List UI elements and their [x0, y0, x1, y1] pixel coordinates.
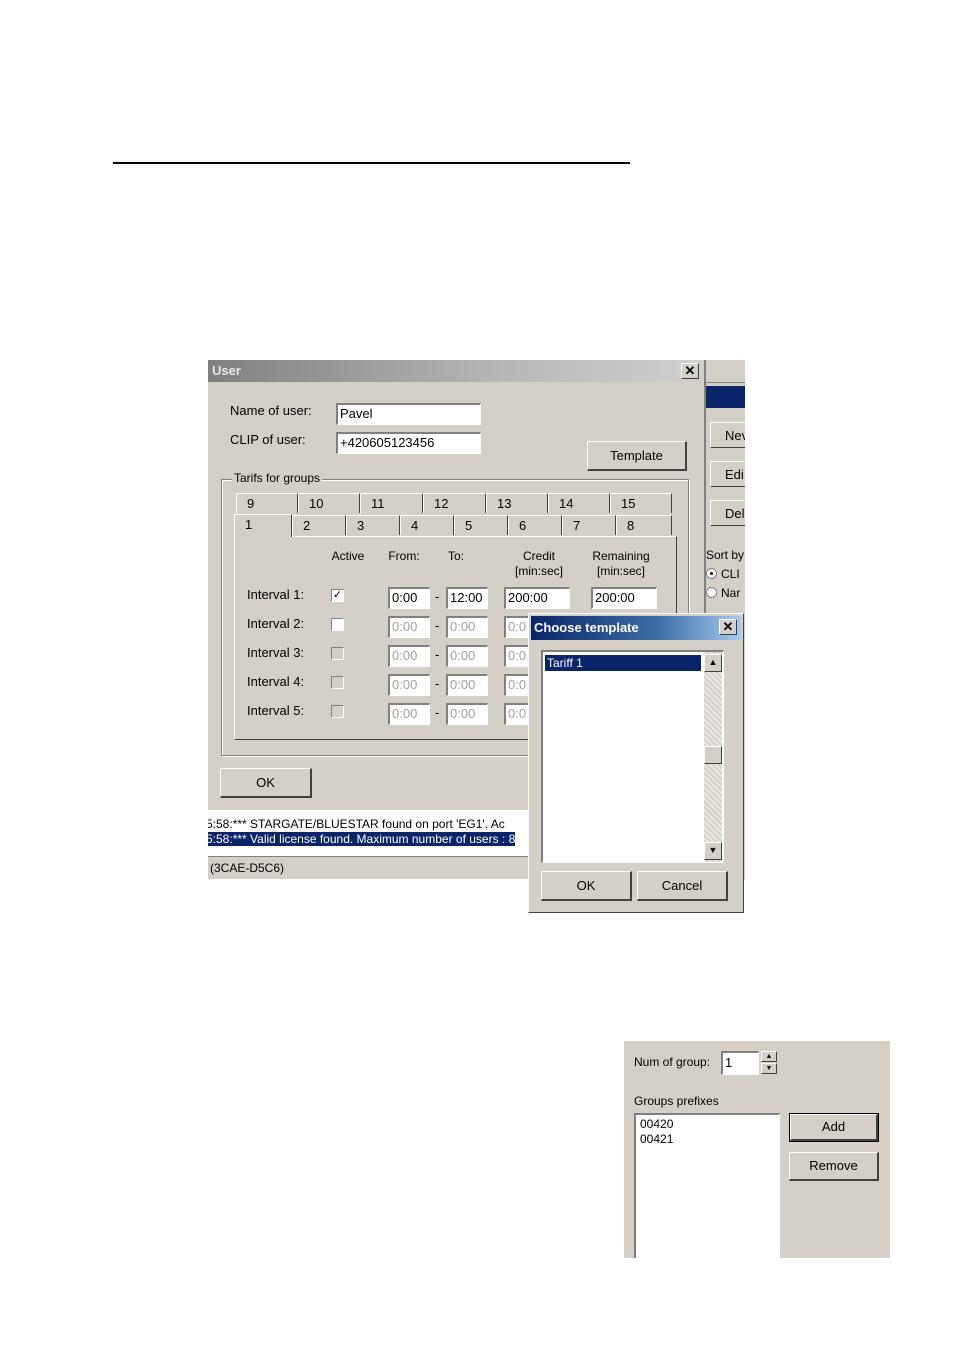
sort-by-name-radio[interactable]: Nar: [706, 586, 740, 600]
scroll-up-icon[interactable]: ▲: [704, 654, 722, 672]
interval-3-to-field[interactable]: 0:00: [446, 645, 488, 667]
list-item[interactable]: 00420: [638, 1116, 673, 1132]
name-of-user-label: Name of user:: [230, 403, 312, 418]
interval-2-label: Interval 2:: [247, 616, 305, 631]
interval-1-active-checkbox[interactable]: ✓: [331, 589, 344, 602]
tab-12[interactable]: 12: [423, 493, 486, 513]
main-window-selected-row[interactable]: [706, 386, 745, 408]
spin-up-icon[interactable]: ▲: [761, 1051, 777, 1062]
check-icon: ✓: [332, 589, 343, 601]
spin-down-icon[interactable]: ▼: [761, 1063, 777, 1074]
interval-1-credit-field[interactable]: 200:00: [504, 587, 570, 609]
interval-2-active-checkbox[interactable]: [331, 618, 344, 631]
delete-user-button[interactable]: Dele: [710, 500, 745, 526]
tab-6[interactable]: 6: [508, 515, 562, 535]
num-of-group-label: Num of group:: [634, 1055, 711, 1069]
interval-3-active-checkbox[interactable]: [331, 647, 344, 660]
tab-1[interactable]: 1: [234, 514, 292, 537]
tab-4[interactable]: 4: [400, 515, 454, 535]
interval-1-remaining-field[interactable]: 200:00: [591, 587, 657, 609]
sort-by-label: Sort by: [706, 548, 745, 562]
interval-5-label: Interval 5:: [247, 703, 305, 718]
tab-15[interactable]: 15: [610, 493, 672, 513]
interval-4-label: Interval 4:: [247, 674, 305, 689]
remove-button[interactable]: Remove: [789, 1152, 879, 1181]
interval-4-active-checkbox[interactable]: [331, 676, 344, 689]
remaining-unit-header: [min:sec]: [596, 564, 645, 578]
tab-10[interactable]: 10: [298, 493, 360, 513]
interval-4-from-field[interactable]: 0:00: [388, 674, 430, 696]
interval-5-to-field[interactable]: 0:00: [446, 703, 488, 725]
interval-1-from-field[interactable]: 0:00: [388, 587, 430, 609]
add-button[interactable]: Add: [789, 1113, 879, 1142]
clip-of-user-field[interactable]: +420605123456: [336, 432, 481, 454]
list-item[interactable]: 00421: [638, 1131, 673, 1147]
interval-2-to-field[interactable]: 0:00: [446, 616, 488, 638]
tab-11[interactable]: 11: [360, 493, 423, 513]
horizontal-rule: [113, 162, 630, 164]
num-of-group-field[interactable]: 1: [721, 1051, 759, 1075]
tab-9[interactable]: 9: [236, 493, 298, 513]
tab-3[interactable]: 3: [346, 515, 400, 535]
range-dash: -: [435, 647, 440, 662]
interval-4-to-field[interactable]: 0:00: [446, 674, 488, 696]
active-header: Active: [331, 549, 365, 563]
template-list-scrollbar[interactable]: ▲ ▼: [704, 652, 722, 862]
ok-button[interactable]: OK: [541, 871, 632, 901]
sort-option-label: Nar: [721, 586, 741, 600]
interval-1-to-field[interactable]: 12:00: [446, 587, 488, 609]
tab-5[interactable]: 5: [454, 515, 508, 535]
interval-3-label: Interval 3:: [247, 645, 305, 660]
log-line: 5:58:*** STARGATE/BLUESTAR found on port…: [208, 817, 505, 831]
interval-3-from-field[interactable]: 0:00: [388, 645, 430, 667]
log-line-selected[interactable]: 5:58:*** Valid license found. Maximum nu…: [208, 832, 516, 846]
choose-template-dialog: Choose template ✕ Tariff 1 ▲ ▼ OK Cancel: [528, 613, 744, 913]
sort-option-label: CLI: [721, 567, 740, 581]
num-of-group-spinner[interactable]: ▲ ▼: [761, 1051, 777, 1075]
clip-of-user-label: CLIP of user:: [230, 432, 306, 447]
range-dash: -: [435, 618, 440, 633]
to-header: To:: [447, 549, 464, 563]
scroll-down-icon[interactable]: ▼: [704, 842, 722, 860]
sort-by-clip-radio[interactable]: CLI: [706, 567, 740, 581]
close-icon[interactable]: ✕: [681, 363, 699, 379]
from-header: From:: [388, 549, 420, 563]
interval-5-active-checkbox[interactable]: [331, 705, 344, 718]
radio-selected-icon: [706, 568, 717, 579]
interval-1-label: Interval 1:: [247, 587, 305, 602]
range-dash: -: [435, 676, 440, 691]
choose-template-title: Choose template: [531, 616, 741, 640]
edit-user-button[interactable]: Edi: [710, 461, 745, 487]
range-dash: -: [435, 705, 440, 720]
template-button[interactable]: Template: [587, 441, 687, 471]
new-user-button[interactable]: Nev: [710, 422, 745, 448]
tab-2[interactable]: 2: [292, 515, 346, 535]
tab-13[interactable]: 13: [486, 493, 548, 513]
remaining-header: Remaining: [592, 549, 650, 563]
template-list[interactable]: Tariff 1 ▲ ▼: [541, 650, 724, 863]
list-item[interactable]: Tariff 1: [545, 655, 701, 671]
groups-prefixes-label: Groups prefixes: [634, 1094, 719, 1108]
interval-5-from-field[interactable]: 0:00: [388, 703, 430, 725]
user-dialog-title: User: [208, 360, 704, 382]
credit-unit-header: [min:sec]: [514, 564, 563, 578]
close-icon[interactable]: ✕: [719, 619, 737, 635]
tab-8[interactable]: 8: [616, 515, 672, 535]
groups-panel-screenshot: Num of group: 1 ▲ ▼ Groups prefixes 0042…: [624, 1041, 890, 1258]
cancel-button[interactable]: Cancel: [637, 871, 728, 901]
scroll-thumb[interactable]: [704, 746, 722, 764]
ok-button[interactable]: OK: [220, 768, 312, 798]
main-window-toolbar: [706, 360, 745, 383]
tarifs-group-label: Tarifs for groups: [232, 471, 323, 485]
credit-header: Credit: [522, 549, 555, 563]
name-of-user-field[interactable]: Pavel: [336, 403, 481, 425]
radio-icon: [706, 587, 717, 598]
tab-7[interactable]: 7: [562, 515, 616, 535]
groups-prefixes-list[interactable]: 00420 00421: [634, 1113, 780, 1258]
range-dash: -: [435, 589, 440, 604]
tab-14[interactable]: 14: [548, 493, 610, 513]
log-line-partial: [208, 810, 209, 816]
interval-2-from-field[interactable]: 0:00: [388, 616, 430, 638]
